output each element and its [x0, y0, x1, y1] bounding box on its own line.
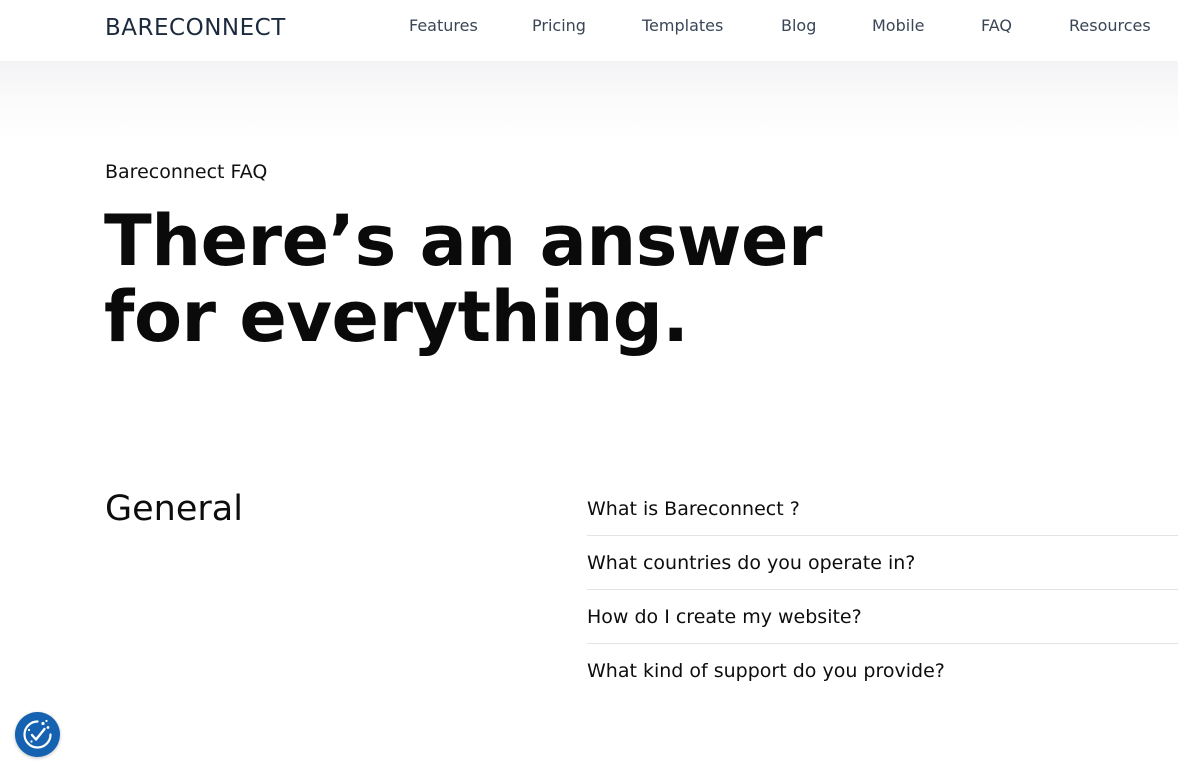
page-title-line-2: for everything.: [104, 276, 689, 358]
faq-item[interactable]: How do I create my website?: [587, 590, 1178, 644]
nav-item-blog[interactable]: Blog: [781, 16, 816, 36]
faq-item[interactable]: What is Bareconnect ?: [587, 482, 1178, 536]
page-eyebrow: Bareconnect FAQ: [105, 161, 268, 183]
cookie-consent-icon: [23, 719, 52, 749]
site-header: BARECONNECT Features Pricing Templates B…: [0, 0, 1178, 61]
page-title: There’s an answer for everything.: [104, 200, 823, 358]
nav-item-faq[interactable]: FAQ: [981, 16, 1012, 36]
faq-section-title: General: [105, 489, 243, 529]
faq-question[interactable]: How do I create my website?: [587, 605, 862, 629]
faq-question[interactable]: What countries do you operate in?: [587, 551, 915, 575]
nav-item-mobile[interactable]: Mobile: [872, 16, 924, 36]
nav-item-pricing[interactable]: Pricing: [532, 16, 586, 36]
faq-question[interactable]: What is Bareconnect ?: [587, 497, 800, 521]
cookie-consent-button[interactable]: [15, 712, 60, 757]
header-shadow: [0, 61, 1178, 141]
main-nav: Features Pricing Templates Blog Mobile F…: [0, 0, 1178, 61]
faq-question[interactable]: What kind of support do you provide?: [587, 659, 945, 683]
nav-item-templates[interactable]: Templates: [642, 16, 723, 36]
faq-list: What is Bareconnect ? What countries do …: [587, 482, 1178, 697]
faq-item[interactable]: What kind of support do you provide?: [587, 644, 1178, 697]
faq-item[interactable]: What countries do you operate in?: [587, 536, 1178, 590]
nav-item-features[interactable]: Features: [409, 16, 478, 36]
page-title-line-1: There’s an answer: [104, 200, 823, 282]
nav-item-resources[interactable]: Resources: [1069, 16, 1151, 36]
